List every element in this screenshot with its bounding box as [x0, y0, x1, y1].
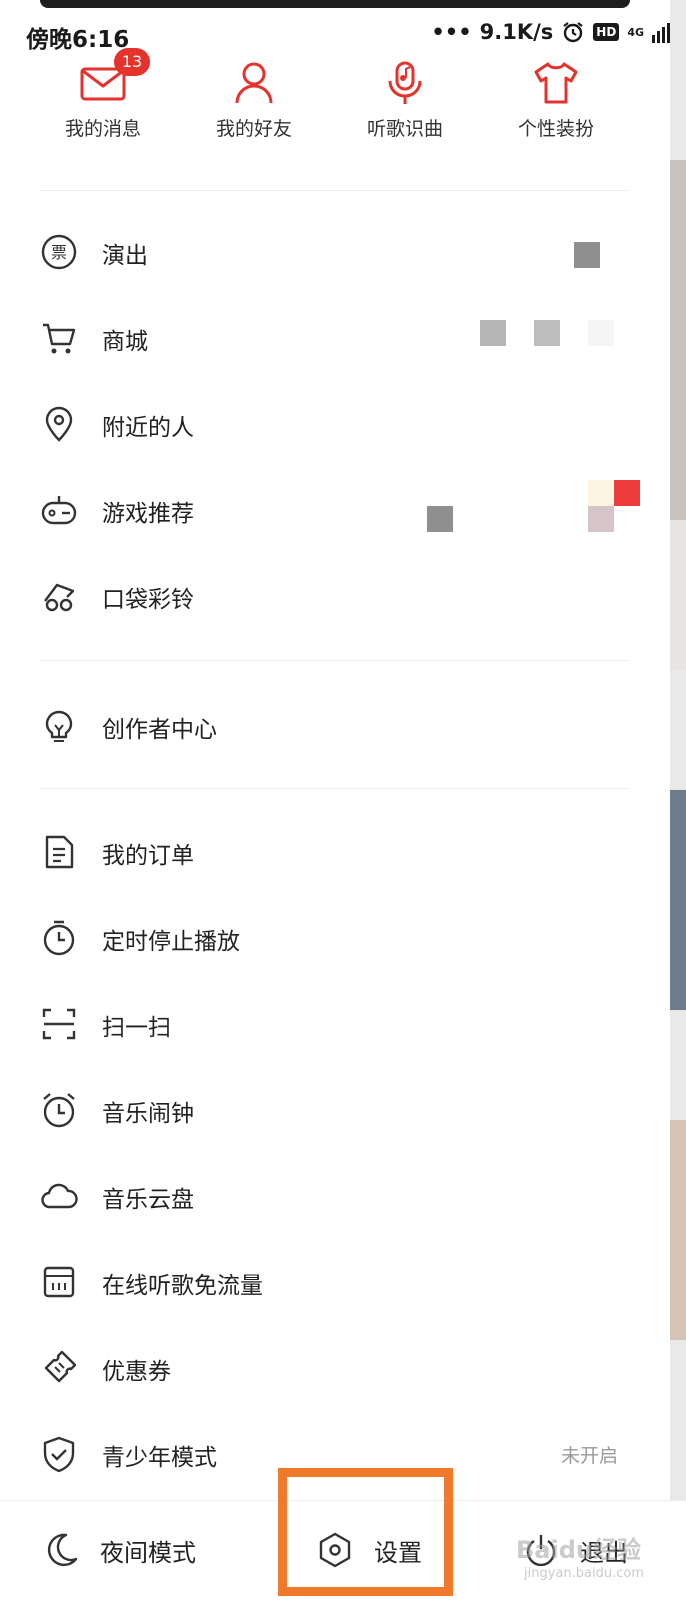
menu-item-label: 游戏推荐: [102, 501, 194, 527]
more-dots-icon: •••: [431, 20, 472, 44]
svg-text:票: 票: [51, 243, 67, 262]
watermark-sub: jingyan.baidu.com: [524, 1566, 644, 1581]
quick-action-label: 我的消息: [64, 118, 141, 140]
status-bar: 傍晚6:16 ••• 9.1K/s HD 4G: [0, 0, 686, 62]
shield-check-icon: [43, 1436, 75, 1473]
menu-item-label: 优惠券: [102, 1359, 171, 1385]
menu-item-store[interactable]: 商城: [0, 296, 670, 380]
quick-action-song-recognition[interactable]: 听歌识曲: [345, 58, 465, 141]
menu-item-coupons[interactable]: 优惠券: [0, 1326, 670, 1410]
quick-action-friends[interactable]: 我的好友: [194, 58, 314, 141]
menu-item-my-orders[interactable]: 我的订单: [0, 810, 670, 894]
menu-item-label: 附近的人: [102, 415, 194, 441]
menu-item-sleep-timer[interactable]: 定时停止播放: [0, 896, 670, 980]
menu-item-label: 口袋彩铃: [102, 587, 194, 613]
mic-music-icon: [388, 61, 422, 104]
quick-action-label: 我的好友: [215, 118, 292, 140]
cart-icon: [43, 323, 76, 354]
night-mode-button[interactable]: 夜间模式: [42, 1531, 196, 1569]
moon-icon: [47, 1533, 78, 1567]
network-type: 4G: [627, 25, 644, 39]
watermark: Baidu经验: [516, 1536, 641, 1564]
quick-actions: 13 我的消息 我的好友 听歌识曲 个性装扮: [0, 48, 670, 158]
quick-action-label: 个性装扮: [517, 118, 594, 140]
teen-mode-status: 未开启: [560, 1445, 618, 1467]
obscured-thumbnail: [427, 506, 453, 532]
obscured-thumbnail: [588, 480, 614, 506]
scan-icon: [42, 1008, 76, 1040]
timer-icon: [43, 920, 75, 956]
obscured-thumbnail: [588, 506, 614, 532]
menu-item-label: 商城: [102, 329, 148, 355]
status-indicators: ••• 9.1K/s HD 4G: [431, 20, 670, 44]
notch: [40, 0, 630, 8]
divider: [40, 788, 628, 789]
gamepad-icon: [41, 496, 77, 525]
alarm-clock-icon: [43, 1093, 75, 1128]
person-icon: [235, 62, 273, 104]
obscured-thumbnail: [534, 320, 560, 346]
menu-item-label: 青少年模式: [102, 1445, 217, 1471]
obscured-thumbnail: [574, 242, 600, 268]
cloud-icon: [41, 1183, 78, 1209]
unread-badge: 13: [114, 48, 150, 76]
menu-item-scan[interactable]: 扫一扫: [0, 982, 670, 1066]
quick-action-messages[interactable]: 13 我的消息: [43, 48, 163, 141]
divider: [40, 190, 628, 191]
menu-item-label: 音乐云盘: [102, 1187, 194, 1213]
quick-action-themes[interactable]: 个性装扮: [496, 58, 616, 141]
signal-icon: [652, 21, 670, 43]
coupon-icon: [44, 1350, 77, 1383]
night-mode-label: 夜间模式: [100, 1538, 196, 1567]
menu-item-free-data[interactable]: 在线听歌免流量: [0, 1240, 670, 1324]
tshirt-icon: [534, 62, 578, 104]
menu-item-music-alarm[interactable]: 音乐闹钟: [0, 1068, 670, 1152]
network-speed: 9.1K/s: [479, 20, 554, 44]
menu-item-nearby-people[interactable]: 附近的人: [0, 382, 670, 466]
obscured-thumbnail: [588, 320, 614, 346]
alarm-status-icon: [563, 22, 583, 43]
obscured-thumbnail: [480, 320, 506, 346]
location-pin-icon: [45, 406, 73, 442]
hd-badge: HD: [593, 23, 620, 41]
lightbulb-icon: [45, 710, 73, 742]
obscured-thumbnail: [614, 480, 640, 506]
divider: [40, 660, 628, 661]
settings-highlight-box: [278, 1468, 453, 1596]
menu-item-game-recommend[interactable]: 游戏推荐: [0, 468, 670, 552]
menu-item-label: 音乐闹钟: [102, 1101, 194, 1127]
menu-item-label: 定时停止播放: [102, 929, 240, 955]
music-note-icon: [44, 583, 75, 612]
menu-item-shows[interactable]: 票 演出: [0, 210, 670, 294]
sim-card-icon: [43, 1266, 75, 1298]
menu-item-pocket-ringtone[interactable]: 口袋彩铃: [0, 554, 670, 638]
ticket-icon: 票: [41, 234, 77, 270]
side-drawer: 傍晚6:16 ••• 9.1K/s HD 4G 13 我的消息 我的好友 听歌识…: [0, 0, 670, 1600]
order-doc-icon: [45, 835, 74, 869]
menu-item-label: 演出: [102, 243, 148, 269]
background-page-strip: [670, 0, 686, 1600]
menu-item-label: 在线听歌免流量: [102, 1273, 263, 1299]
menu-item-label: 创作者中心: [102, 717, 217, 743]
menu-item-label: 扫一扫: [102, 1015, 171, 1041]
status-time: 傍晚6:16: [26, 27, 130, 53]
menu-item-creator-center[interactable]: 创作者中心: [0, 684, 670, 768]
menu-item-label: 我的订单: [102, 843, 194, 869]
quick-action-label: 听歌识曲: [366, 118, 443, 140]
menu-item-music-cloud[interactable]: 音乐云盘: [0, 1154, 670, 1238]
